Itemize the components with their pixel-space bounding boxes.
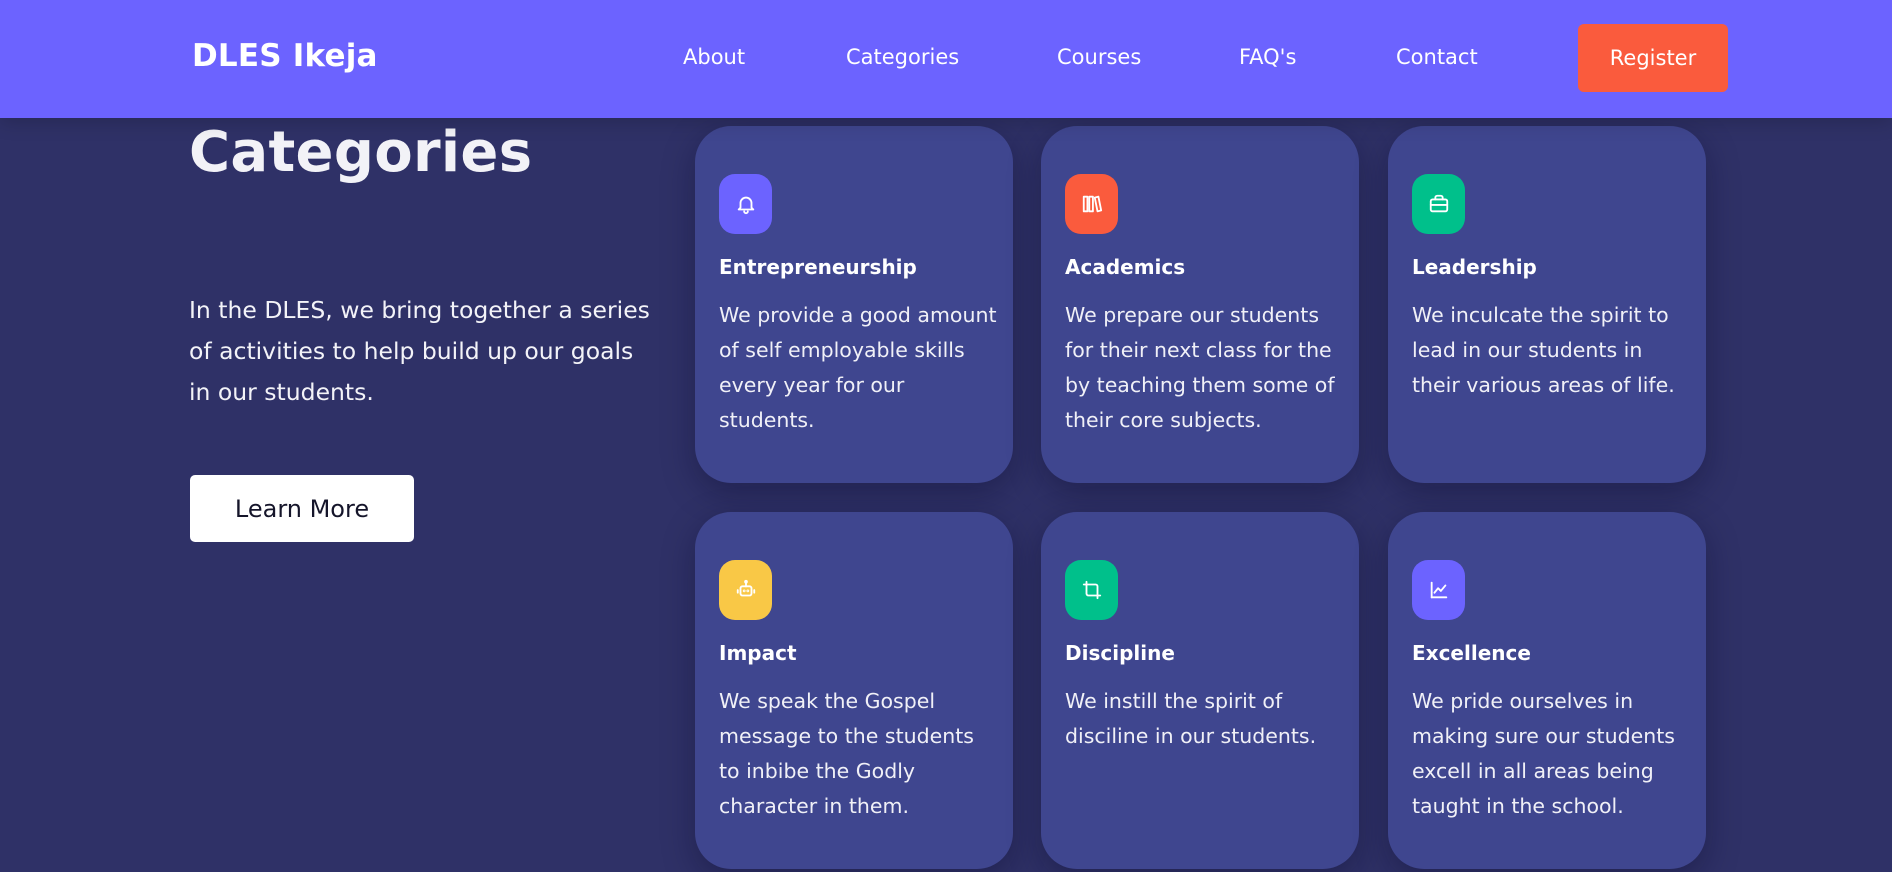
crop-icon bbox=[1082, 580, 1101, 600]
nav-courses[interactable]: Courses bbox=[1057, 45, 1141, 69]
robot-icon bbox=[736, 579, 755, 597]
books-icon bbox=[1082, 195, 1102, 213]
card-text: We provide a good amount of self employa… bbox=[719, 303, 997, 432]
icon-badge bbox=[1412, 560, 1465, 620]
icon-badge bbox=[1065, 174, 1118, 234]
navbar: DLES Ikeja About Categories Courses FAQ'… bbox=[0, 0, 1892, 118]
category-card-impact: Impact We speak the Gospel message to th… bbox=[695, 512, 1013, 869]
category-card-academics: Academics We prepare our students for th… bbox=[1041, 126, 1359, 483]
learn-more-button[interactable]: Learn More bbox=[190, 475, 414, 542]
nav-categories[interactable]: Categories bbox=[846, 45, 959, 69]
icon-badge bbox=[719, 560, 772, 620]
card-title: Academics bbox=[1065, 255, 1186, 279]
icon-badge bbox=[719, 174, 772, 234]
card-title: Impact bbox=[719, 641, 797, 665]
category-card-leadership: Leadership We inculcate the spirit to le… bbox=[1388, 126, 1706, 483]
card-title: Leadership bbox=[1412, 255, 1537, 279]
nav-about[interactable]: About bbox=[683, 45, 745, 69]
category-card-excellence: Excellence We pride ourselves in making … bbox=[1388, 512, 1706, 869]
card-text: We prepare our students for their next c… bbox=[1065, 303, 1335, 432]
card-title: Excellence bbox=[1412, 641, 1531, 665]
page: DLES Ikeja About Categories Courses FAQ'… bbox=[0, 0, 1892, 872]
section-title: Categories bbox=[189, 120, 533, 185]
nav-contact[interactable]: Contact bbox=[1396, 45, 1478, 69]
category-card-discipline: Discipline We instill the spirit of disc… bbox=[1041, 512, 1359, 869]
card-text: We inculcate the spirit to lead in our s… bbox=[1412, 303, 1675, 397]
card-text: We instill the spirit of disciline in ou… bbox=[1065, 689, 1317, 748]
chart-icon bbox=[1430, 581, 1447, 599]
bell-icon bbox=[737, 196, 754, 215]
intro-text: In the DLES, we bring together a series … bbox=[189, 296, 650, 406]
brand-logo[interactable]: DLES Ikeja bbox=[192, 38, 378, 74]
card-title: Entrepreneurship bbox=[719, 255, 917, 279]
icon-badge bbox=[1412, 174, 1465, 234]
briefcase-icon bbox=[1429, 194, 1448, 213]
register-button[interactable]: Register bbox=[1578, 24, 1728, 92]
category-card-entrepreneurship: Entrepreneurship We provide a good amoun… bbox=[695, 126, 1013, 483]
nav-faqs[interactable]: FAQ's bbox=[1239, 45, 1296, 69]
card-text: We pride ourselves in making sure our st… bbox=[1412, 689, 1675, 818]
icon-badge bbox=[1065, 560, 1118, 620]
card-title: Discipline bbox=[1065, 641, 1175, 665]
card-text: We speak the Gospel message to the stude… bbox=[719, 689, 974, 818]
